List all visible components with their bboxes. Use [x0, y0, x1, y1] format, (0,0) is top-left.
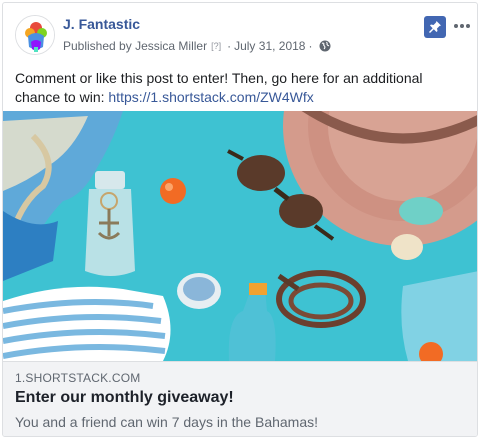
link-title[interactable]: Enter our monthly giveaway!	[15, 389, 234, 407]
post-header: J. Fantastic Published by Jessica Miller…	[3, 3, 477, 61]
beach-items-photo	[3, 111, 477, 361]
avatar-logo-icon	[16, 16, 54, 54]
meta-separator-2: ·	[308, 39, 313, 53]
pin-icon	[429, 21, 441, 33]
pin-button[interactable]	[424, 16, 446, 38]
author-info-badge[interactable]: [?]	[211, 41, 221, 51]
meta-separator: ·	[227, 39, 232, 53]
globe-icon[interactable]	[319, 40, 331, 52]
post-meta: Published by Jessica Miller [?] · July 3…	[63, 39, 331, 53]
post-date-link[interactable]: July 31, 2018	[234, 39, 305, 53]
link-description: You and a friend can win 7 days in the B…	[15, 414, 319, 430]
link-domain: 1.SHORTSTACK.COM	[15, 371, 141, 385]
page-avatar[interactable]	[15, 15, 55, 55]
link-preview-image[interactable]	[3, 111, 477, 361]
post-link[interactable]: https://1.shortstack.com/ZW4Wfx	[108, 89, 313, 105]
more-options-icon	[454, 24, 470, 28]
post-text: Comment or like this post to enter! Then…	[15, 69, 467, 107]
link-preview-footer[interactable]: 1.SHORTSTACK.COM Enter our monthly givea…	[3, 361, 477, 436]
more-options-button[interactable]	[451, 15, 473, 37]
post-card: J. Fantastic Published by Jessica Miller…	[2, 2, 478, 437]
author-link[interactable]: Jessica Miller	[135, 39, 207, 53]
published-by-label: Published by	[63, 39, 132, 53]
page-name-link[interactable]: J. Fantastic	[63, 16, 140, 32]
